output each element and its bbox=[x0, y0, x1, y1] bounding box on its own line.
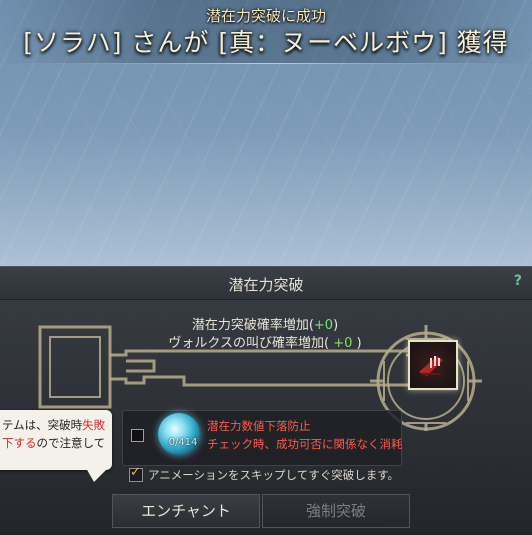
tooltip-tail bbox=[86, 468, 108, 482]
help-icon[interactable]: ? bbox=[514, 273, 522, 289]
force-enhance-button[interactable]: 強制突破 bbox=[262, 494, 410, 528]
skip-animation-label: アニメーションをスキップしてすぐ突破します。 bbox=[148, 468, 400, 482]
protection-checkbox[interactable] bbox=[131, 429, 144, 442]
warning-tooltip: テムは、突破時失敗 下するので注意して bbox=[0, 410, 112, 470]
banner-title: [ソラハ] さんが [真：ヌーベルボウ] 獲得 bbox=[23, 28, 509, 57]
protection-description: チェック時、成功可否に関係なく消耗 bbox=[207, 437, 403, 451]
tooltip-drop-text: 下する bbox=[2, 436, 37, 450]
crystal-icon bbox=[158, 413, 200, 455]
crystal-count: 0/414 bbox=[168, 437, 198, 448]
protection-title: 潜在力数値下落防止 bbox=[207, 419, 311, 433]
tooltip-fail-text: 失敗 bbox=[82, 418, 106, 432]
item-slot[interactable] bbox=[408, 340, 458, 390]
bow-item-icon bbox=[419, 356, 443, 376]
banner-divider bbox=[10, 63, 522, 64]
skip-animation-checkbox[interactable] bbox=[129, 465, 143, 482]
enchant-button[interactable]: エンチャント bbox=[112, 494, 260, 528]
dialog-title: 潜在力突破 bbox=[228, 276, 304, 294]
